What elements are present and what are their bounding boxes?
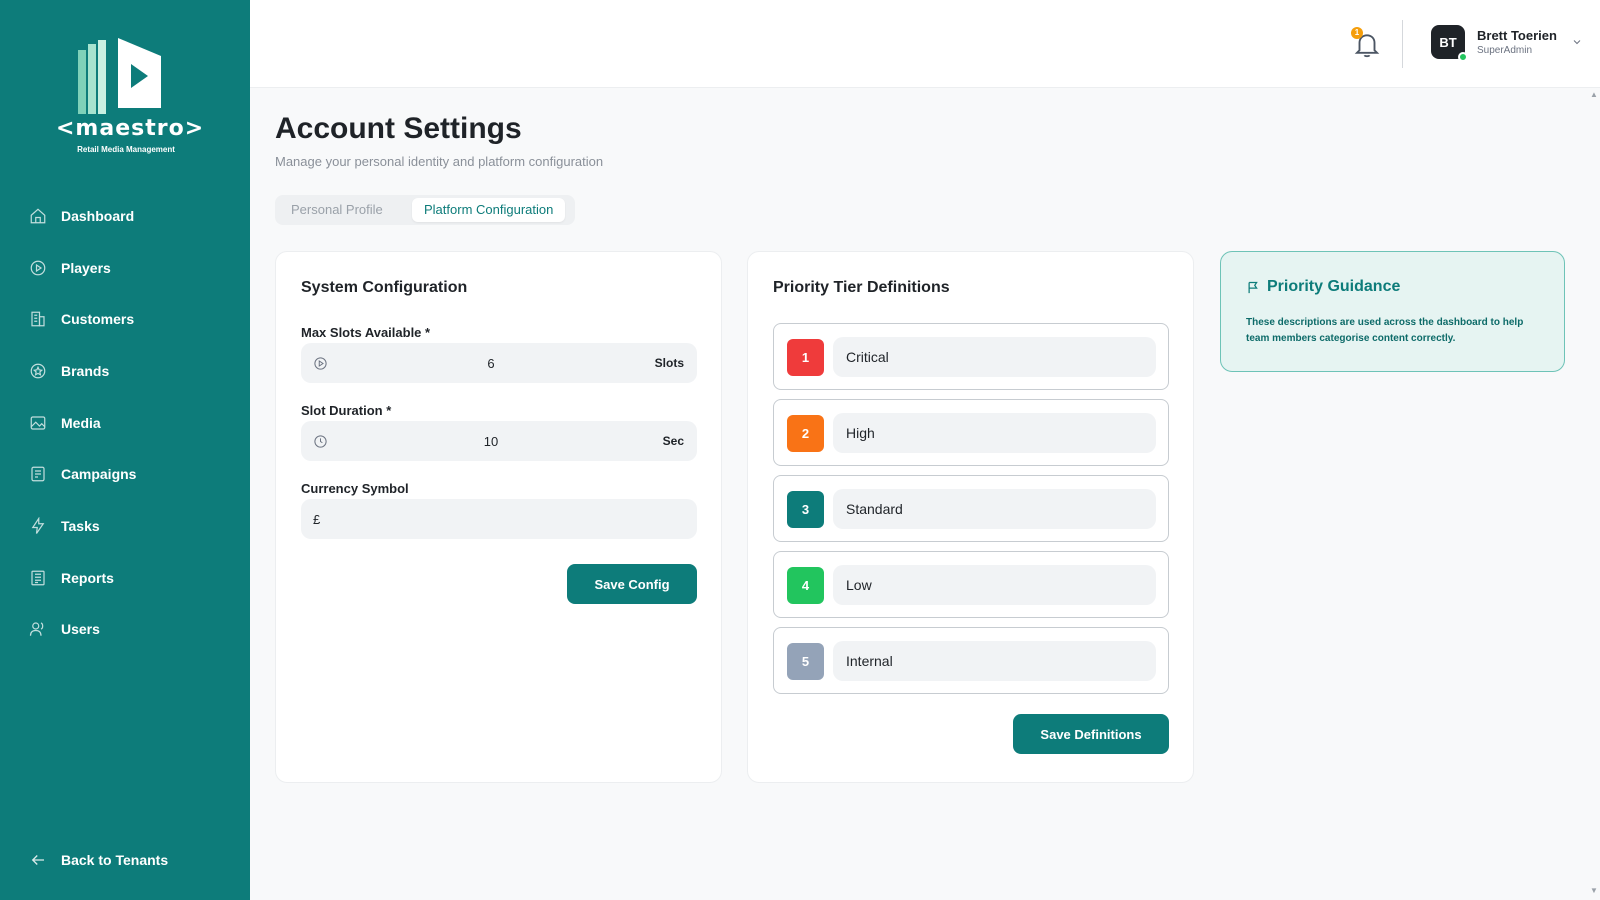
tier-number-badge: 2 — [787, 415, 824, 452]
sidebar-item-campaigns[interactable]: Campaigns — [0, 448, 250, 500]
guidance-title: Priority Guidance — [1267, 278, 1401, 295]
sidebar-item-players[interactable]: Players — [0, 242, 250, 294]
maestro-logo[interactable]: <maestro> Retail Media Management — [56, 38, 205, 158]
notification-badge: 1 — [1351, 27, 1363, 39]
slot-duration-input[interactable] — [331, 421, 651, 461]
system-configuration-card: System Configuration Max Slots Available… — [275, 251, 722, 783]
page-subtitle: Manage your personal identity and platfo… — [275, 154, 604, 169]
sidebar-item-label: Dashboard — [61, 207, 135, 224]
sidebar-item-media[interactable]: Media — [0, 397, 250, 449]
logo-tagline: Retail Media Management — [77, 145, 175, 154]
lightning-icon — [31, 516, 45, 534]
chevron-down-icon[interactable] — [1571, 36, 1583, 48]
sidebar-item-label: Reports — [61, 569, 114, 586]
back-to-tenants-link[interactable]: Back to Tenants — [29, 851, 168, 869]
tier-name-input[interactable] — [833, 413, 1156, 453]
tier-name-input[interactable] — [833, 641, 1156, 681]
campaign-icon — [31, 466, 45, 482]
priority-guidance-panel: Priority Guidance These descriptions are… — [1220, 251, 1565, 372]
sidebar-item-dashboard[interactable]: Dashboard — [0, 190, 250, 242]
sidebar-item-tasks[interactable]: Tasks — [0, 500, 250, 552]
clock-icon — [314, 435, 327, 448]
tier-name-input[interactable] — [833, 337, 1156, 377]
slot-duration-label: Slot Duration * — [301, 403, 392, 418]
max-slots-input[interactable] — [331, 343, 651, 383]
flag-icon — [1248, 281, 1258, 294]
tier-number-badge: 1 — [787, 339, 824, 376]
priority-tier-definitions-card: Priority Tier Definitions 1 2 3 4 5 Save… — [747, 251, 1194, 783]
sidebar-item-label: Campaigns — [61, 466, 137, 483]
max-slots-unit: Slots — [654, 356, 684, 370]
currency-symbol-field — [301, 499, 697, 539]
top-bar — [250, 0, 1600, 88]
report-icon — [31, 570, 45, 586]
currency-symbol-label: Currency Symbol — [301, 481, 409, 496]
tier-row-low: 4 — [773, 551, 1169, 618]
sidebar-item-label: Media — [61, 414, 101, 431]
sidebar-item-label: Tasks — [61, 517, 100, 534]
image-icon — [30, 415, 46, 430]
currency-symbol-input[interactable] — [313, 499, 633, 539]
sidebar-item-customers[interactable]: Customers — [0, 293, 250, 345]
user-name: Brett Toerien — [1477, 28, 1557, 43]
tab-platform-configuration[interactable]: Platform Configuration — [412, 198, 566, 222]
star-icon — [30, 363, 46, 379]
save-config-button[interactable]: Save Config — [567, 564, 697, 604]
card-title: System Configuration — [301, 279, 468, 296]
settings-tabs: Personal Profile Platform Configuration — [275, 195, 575, 225]
tier-number-badge: 4 — [787, 567, 824, 604]
tier-name-input[interactable] — [833, 489, 1156, 529]
online-status-dot — [1458, 52, 1468, 62]
max-slots-field: Slots — [301, 343, 697, 383]
sidebar-item-label: Brands — [61, 362, 110, 379]
sidebar-item-reports[interactable]: Reports — [0, 552, 250, 604]
header-divider — [1402, 20, 1403, 68]
avatar: BT — [1431, 25, 1468, 62]
sidebar-item-brands[interactable]: Brands — [0, 345, 250, 397]
sidebar-item-label: Players — [61, 259, 111, 276]
user-menu[interactable]: BT Brett Toerien SuperAdmin — [1431, 25, 1583, 62]
slot-duration-field: Sec — [301, 421, 697, 461]
max-slots-label: Max Slots Available * — [301, 325, 431, 340]
tier-name-input[interactable] — [833, 565, 1156, 605]
sidebar-nav: Dashboard Players Customers Brands Media… — [0, 190, 250, 655]
tier-row-standard: 3 — [773, 475, 1169, 542]
guidance-text: These descriptions are used across the d… — [1246, 317, 1524, 344]
card-title: Priority Tier Definitions — [773, 279, 950, 296]
tier-row-critical: 1 — [773, 323, 1169, 390]
users-icon — [29, 622, 44, 637]
tier-row-high: 2 — [773, 399, 1169, 466]
sidebar: <maestro> Retail Media Management Dashbo… — [0, 0, 250, 900]
save-definitions-button[interactable]: Save Definitions — [1013, 714, 1169, 754]
arrow-left-icon — [31, 855, 44, 865]
scroll-down-arrow[interactable]: ▼ — [1590, 886, 1598, 895]
logo-wordmark: <maestro> — [56, 116, 205, 141]
play-circle-icon — [30, 260, 46, 275]
tier-number-badge: 5 — [787, 643, 824, 680]
sidebar-item-label: Users — [61, 621, 100, 638]
slot-duration-unit: Sec — [662, 434, 684, 448]
sidebar-item-users[interactable]: Users — [0, 604, 250, 656]
play-circle-icon — [314, 357, 327, 370]
tab-personal-profile[interactable]: Personal Profile — [291, 198, 383, 222]
tier-row-internal: 5 — [773, 627, 1169, 694]
sidebar-item-label: Customers — [61, 311, 135, 328]
avatar-initials: BT — [1439, 34, 1457, 50]
home-icon — [30, 208, 46, 224]
building-icon — [31, 311, 45, 327]
tier-number-badge: 3 — [787, 491, 824, 528]
back-to-tenants-label: Back to Tenants — [61, 852, 169, 868]
user-role: SuperAdmin — [1477, 45, 1533, 56]
page-title: Account Settings — [275, 112, 522, 145]
logo-mark-icon — [78, 38, 161, 114]
scroll-up-arrow[interactable]: ▲ — [1590, 90, 1598, 99]
